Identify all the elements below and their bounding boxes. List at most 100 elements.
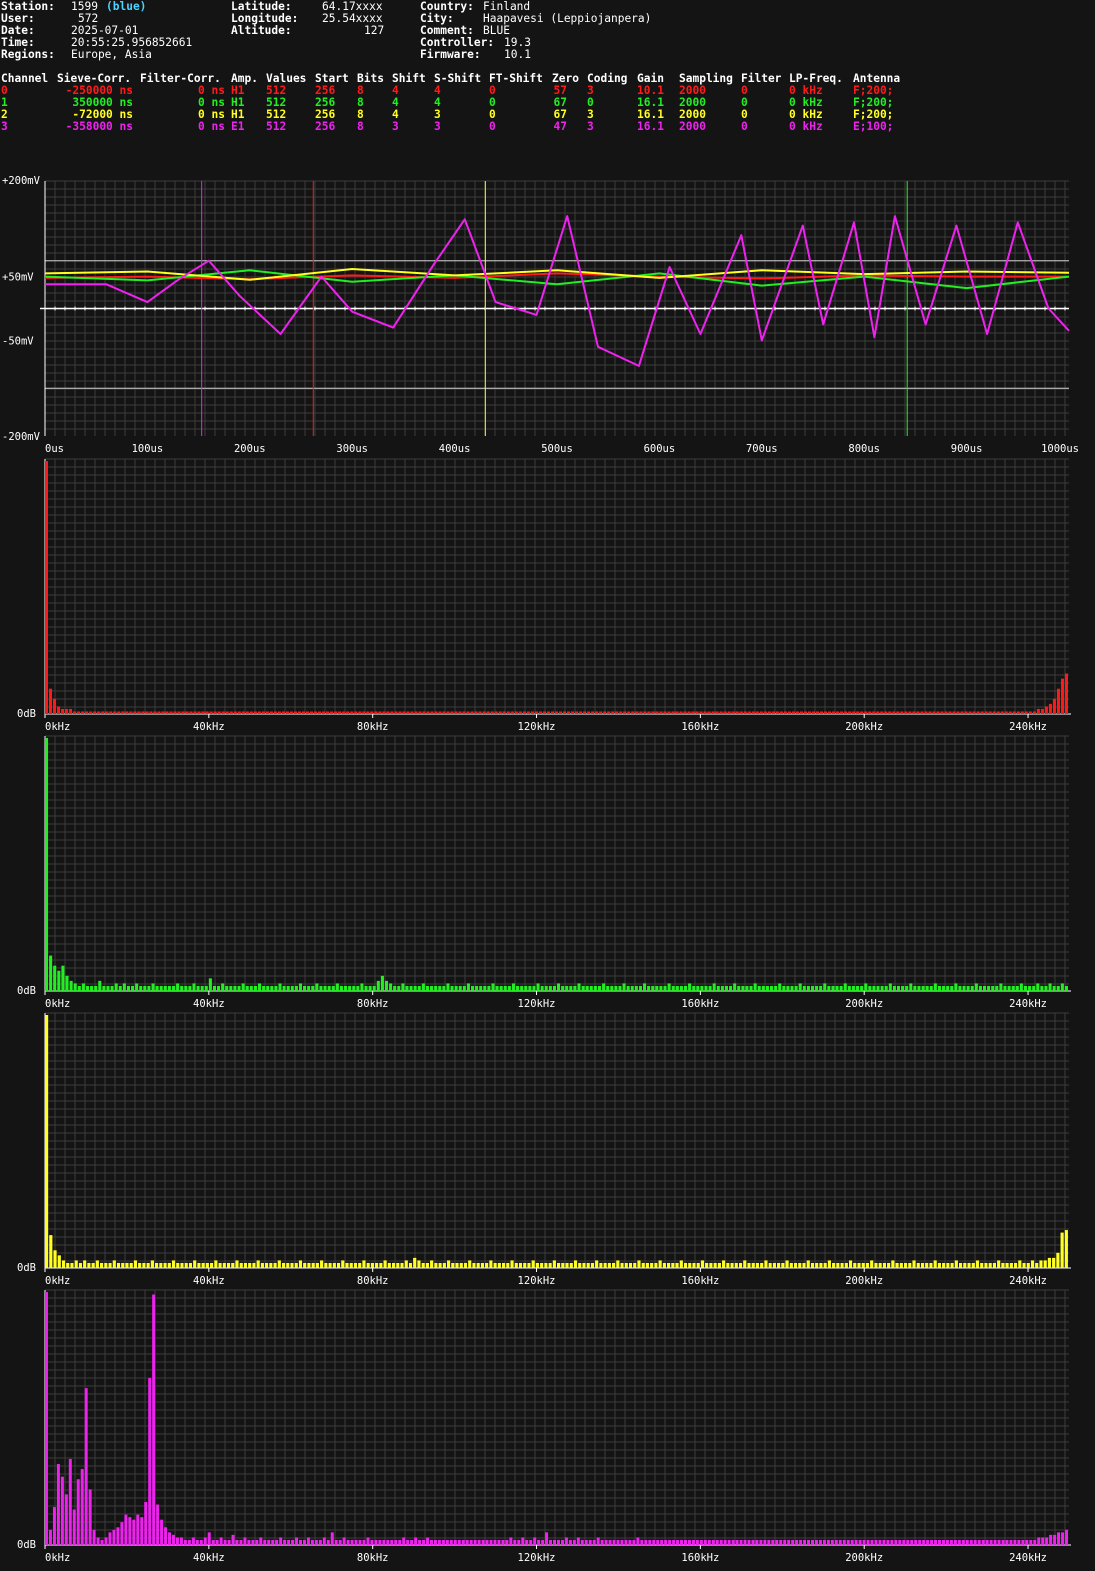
- spectrum-bar: [217, 985, 221, 991]
- x-tick-label: 80kHz: [357, 721, 389, 733]
- spectrum-bar: [827, 1260, 831, 1268]
- spectrum-bar: [954, 983, 958, 991]
- spectrum-bar: [510, 711, 514, 714]
- spectrum-bar: [749, 985, 753, 991]
- spectrum-bar: [631, 711, 635, 714]
- spectrum-bar: [1032, 985, 1036, 991]
- spectrum-bar: [462, 985, 466, 991]
- spectrum-bar: [78, 1262, 83, 1268]
- spectrum-bar: [430, 711, 434, 714]
- charts: +200mV +50mV -50mV -200mV 0us 100us 200us 300us…: [2, 175, 1079, 1564]
- x-tick-label: 40kHz: [193, 998, 225, 1010]
- spectrum-bar: [113, 711, 117, 714]
- spectrum-bar: [1005, 1262, 1009, 1268]
- spectrum-bar: [595, 711, 599, 714]
- spectrum-bar: [243, 1262, 248, 1268]
- spectrum-bar: [311, 1262, 315, 1268]
- spectrum-bar: [568, 1539, 572, 1545]
- spectrum-bar: [358, 1262, 362, 1268]
- spectrum-bar: [397, 985, 401, 991]
- spectrum-bar: [548, 985, 552, 991]
- spectrum-bar: [557, 1539, 560, 1545]
- spectrum-bar: [295, 1537, 299, 1545]
- spectrum-bar: [458, 711, 462, 714]
- spectrum-bar: [803, 711, 807, 714]
- spectrum-bar: [360, 983, 364, 991]
- spectrum-bar: [188, 1262, 193, 1268]
- spectrum-bar: [864, 983, 868, 991]
- spectrum-bar: [197, 711, 201, 714]
- x-tick-label: 120kHz: [518, 998, 556, 1010]
- spectrum-bar: [671, 1262, 675, 1268]
- spectrum-bar: [1047, 1257, 1052, 1268]
- spectrum-bar: [787, 1539, 791, 1545]
- spectrum-bar: [675, 985, 679, 991]
- spectrum-bar: [205, 1262, 209, 1268]
- spectrum-bar: [146, 1262, 150, 1268]
- spectrum-bar: [184, 1262, 188, 1268]
- spectrum-bar: [667, 711, 671, 714]
- spectrum-bar: [868, 985, 872, 991]
- spectrum-bar: [769, 985, 774, 991]
- spectrum-bar: [603, 1262, 607, 1268]
- spectrum-bar: [767, 711, 771, 714]
- spectrum-bar: [583, 711, 587, 714]
- spectrum-bar: [180, 985, 184, 991]
- spectrum-bar: [73, 983, 77, 991]
- x-tick-label: 0us: [45, 443, 64, 455]
- spectrum-bar: [157, 711, 161, 714]
- spectrum-bar: [1065, 1529, 1069, 1545]
- spectrum-bar: [886, 1539, 890, 1545]
- spectrum-bar: [980, 711, 984, 714]
- spectrum-bar: [565, 985, 569, 991]
- spectrum-bar: [747, 711, 751, 714]
- spectrum-bar: [513, 1539, 517, 1545]
- spectrum-bar: [778, 983, 782, 991]
- spectrum-bar: [70, 1262, 74, 1268]
- spectrum-bar: [289, 711, 293, 714]
- spectrum-bar: [140, 1517, 144, 1545]
- spectrum-bar: [866, 1539, 870, 1545]
- spectrum-bar: [306, 711, 310, 714]
- spectrum-bar: [938, 1539, 941, 1545]
- spectrum-bar: [434, 1262, 438, 1268]
- spectrum-bar: [470, 985, 475, 991]
- spectrum-bar: [476, 1262, 480, 1268]
- spectrum-bar: [81, 711, 85, 714]
- spectrum-bar: [536, 983, 540, 991]
- spectrum-bar: [132, 1519, 136, 1545]
- spectrum-bar: [171, 1260, 176, 1268]
- spectrum-bar: [518, 1262, 523, 1268]
- spectrum-bar: [795, 711, 799, 714]
- spectrum-bar: [850, 1539, 854, 1545]
- spectrum-bar: [501, 1539, 505, 1545]
- spectrum-bar: [847, 985, 851, 991]
- spectrum-bar: [267, 1539, 271, 1545]
- spectrum-bar: [824, 711, 828, 714]
- spectrum-bar: [281, 1262, 286, 1268]
- spectrum-bar: [580, 1539, 584, 1545]
- spectrum-bar: [696, 985, 700, 991]
- spectrum-bar: [60, 1476, 64, 1545]
- x-tick-label: 40kHz: [193, 721, 225, 733]
- spectrum-bar: [607, 1262, 611, 1268]
- spectrum-bar: [339, 985, 343, 991]
- x-tick-label: 1000us: [1041, 443, 1079, 455]
- spectrum-bar: [247, 1539, 251, 1545]
- x-tick-label: 240kHz: [1009, 998, 1047, 1010]
- spectrum-bar: [215, 1539, 219, 1545]
- spectrum-bar: [842, 1539, 846, 1545]
- spectrum-bar: [116, 1262, 121, 1268]
- spectrum-bar: [499, 985, 503, 991]
- spectrum-bar: [699, 711, 703, 714]
- spectrum-bar: [569, 1262, 573, 1268]
- spectrum-bar: [554, 711, 558, 714]
- spectrum-bar: [592, 1539, 596, 1545]
- spectrum-bar: [380, 975, 384, 991]
- spectrum-bar: [711, 1539, 715, 1545]
- spectrum-bar: [643, 711, 647, 714]
- spectrum-bar: [755, 711, 759, 714]
- spectrum-bar: [671, 985, 675, 991]
- spectrum-bar: [180, 1262, 184, 1268]
- spectrum-bar: [525, 1539, 529, 1545]
